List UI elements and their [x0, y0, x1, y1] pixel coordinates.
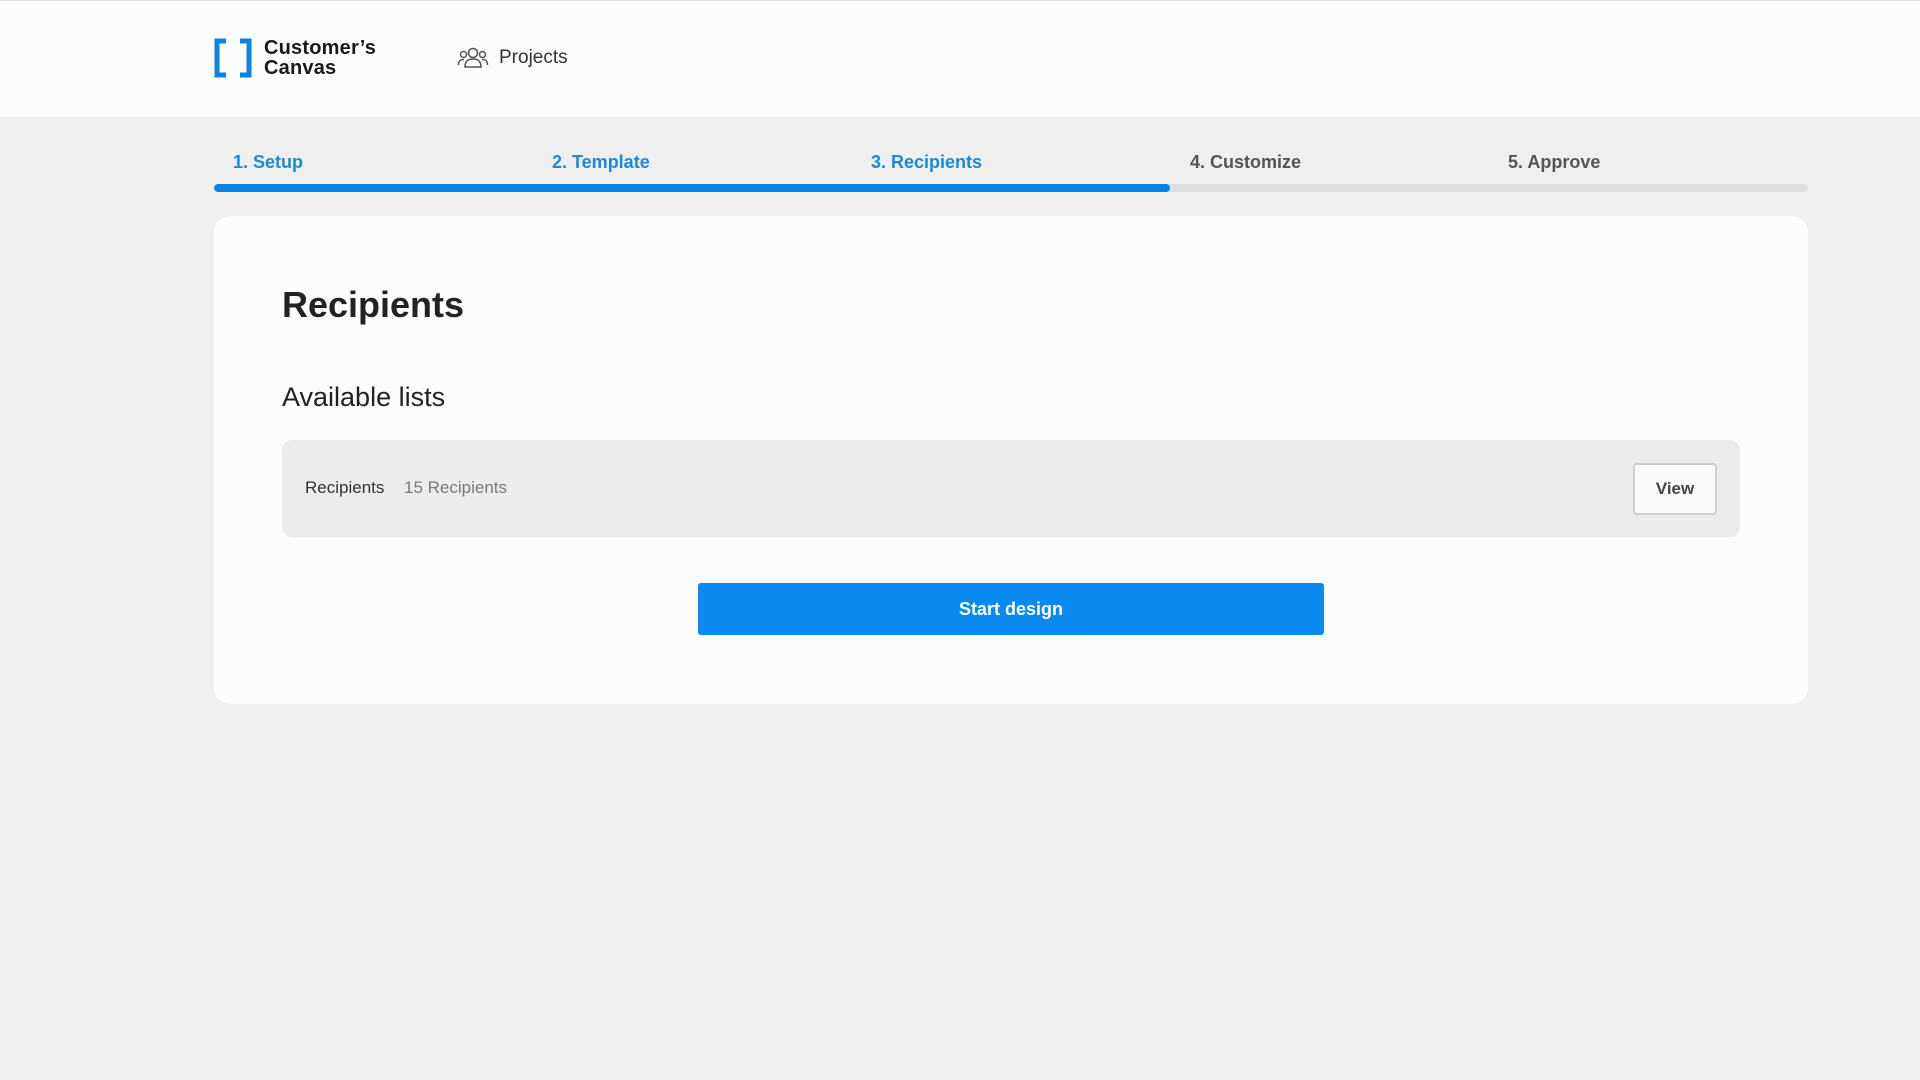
list-count: 15 Recipients — [404, 478, 508, 497]
progress-track — [214, 184, 1808, 192]
step-setup[interactable]: 1. Setup — [233, 152, 303, 173]
step-approve[interactable]: 5. Approve — [1508, 152, 1600, 173]
brand-name-line2: Canvas — [264, 57, 337, 79]
step-customize[interactable]: 4. Customize — [1190, 152, 1301, 173]
page-title: Recipients — [282, 284, 465, 325]
recipients-card: Recipients Available lists Recipients 15… — [214, 216, 1808, 704]
step-template[interactable]: 2. Template — [552, 152, 650, 173]
start-design-button[interactable]: Start design — [698, 583, 1324, 635]
bracket-logo-icon — [214, 38, 252, 78]
list-name: Recipients — [305, 478, 385, 497]
top-header: Customer’s Canvas Projects — [0, 0, 1920, 117]
users-group-icon — [457, 47, 489, 68]
brand-name-line1: Customer’s — [264, 37, 377, 59]
wizard-stepper: 1. Setup 2. Template 3. Recipients 4. Cu… — [214, 140, 1808, 192]
view-list-button[interactable]: View — [1633, 463, 1717, 515]
brand-name: Customer’s Canvas — [264, 38, 376, 78]
step-recipients[interactable]: 3. Recipients — [871, 152, 982, 173]
list-item: Recipients 15 Recipients View — [282, 440, 1740, 537]
brand-logo[interactable]: Customer’s Canvas — [214, 38, 376, 78]
nav-projects-link[interactable]: Projects — [457, 45, 568, 71]
progress-fill — [214, 184, 1171, 192]
nav-projects-label: Projects — [499, 47, 568, 68]
section-title: Available lists — [282, 382, 446, 412]
